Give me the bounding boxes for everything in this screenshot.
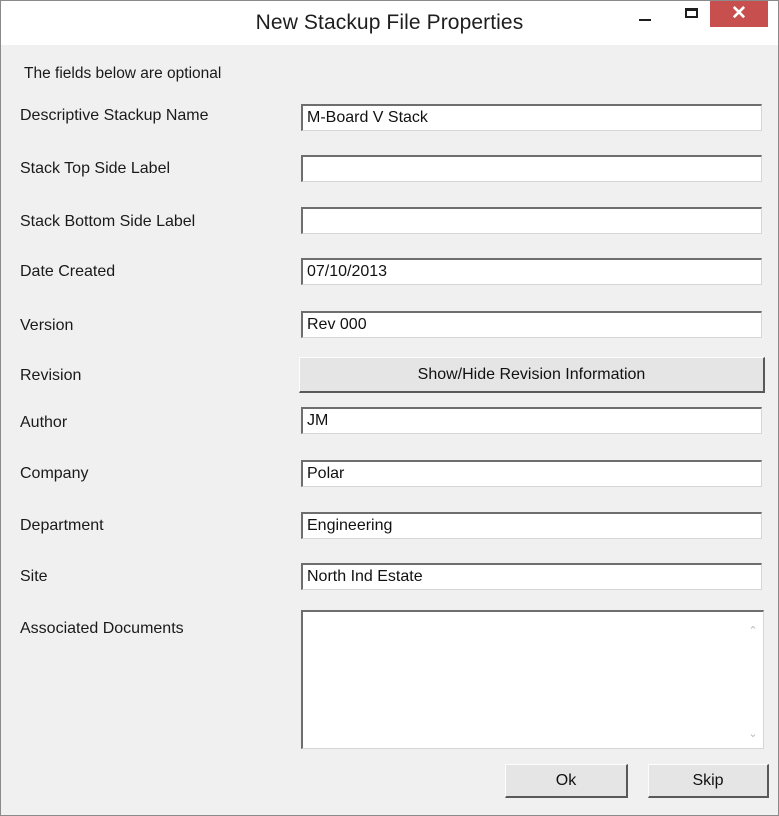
associated-documents-textarea[interactable]: ⌃ ⌄ [301,610,764,749]
scroll-down-icon[interactable]: ⌄ [743,727,763,740]
bottom-side-label-label: Stack Bottom Side Label [20,213,196,230]
dialog-content: The fields below are optional Descriptiv… [2,45,778,815]
author-label: Author [20,414,68,431]
top-side-label-label: Stack Top Side Label [20,160,171,177]
site-field[interactable]: North Ind Estate [301,563,762,590]
author-field[interactable]: JM [301,407,762,434]
site-label: Site [20,568,48,585]
associated-documents-label: Associated Documents [20,620,184,637]
maximize-button[interactable] [674,1,708,29]
department-label: Department [20,517,104,534]
version-label: Version [20,317,74,334]
revision-label: Revision [20,367,82,384]
descriptive-name-label: Descriptive Stackup Name [20,107,209,124]
company-field[interactable]: Polar [301,460,762,487]
version-field[interactable]: Rev 000 [301,311,762,338]
optional-hint: The fields below are optional [24,65,222,82]
skip-button[interactable]: Skip [648,764,769,798]
bottom-side-label-field[interactable] [301,207,762,234]
maximize-icon [684,8,698,18]
close-icon: ✕ [731,2,747,24]
date-created-label: Date Created [20,263,116,280]
title-bar[interactable]: New Stackup File Properties ✕ [1,1,778,45]
ok-button[interactable]: Ok [505,764,628,798]
date-created-field[interactable]: 07/10/2013 [301,258,762,285]
top-side-label-field[interactable] [301,155,762,182]
company-label: Company [20,465,89,482]
dialog-window: New Stackup File Properties ✕ The fields… [0,0,779,816]
vertical-scrollbar[interactable]: ⌃ ⌄ [743,612,763,748]
descriptive-name-field[interactable]: M-Board V Stack [301,104,762,131]
minimize-icon [639,19,651,21]
scroll-up-icon[interactable]: ⌃ [743,624,763,637]
show-hide-revision-button[interactable]: Show/Hide Revision Information [299,357,765,393]
close-button[interactable]: ✕ [710,1,768,27]
minimize-button[interactable] [628,1,662,29]
department-field[interactable]: Engineering [301,512,762,539]
